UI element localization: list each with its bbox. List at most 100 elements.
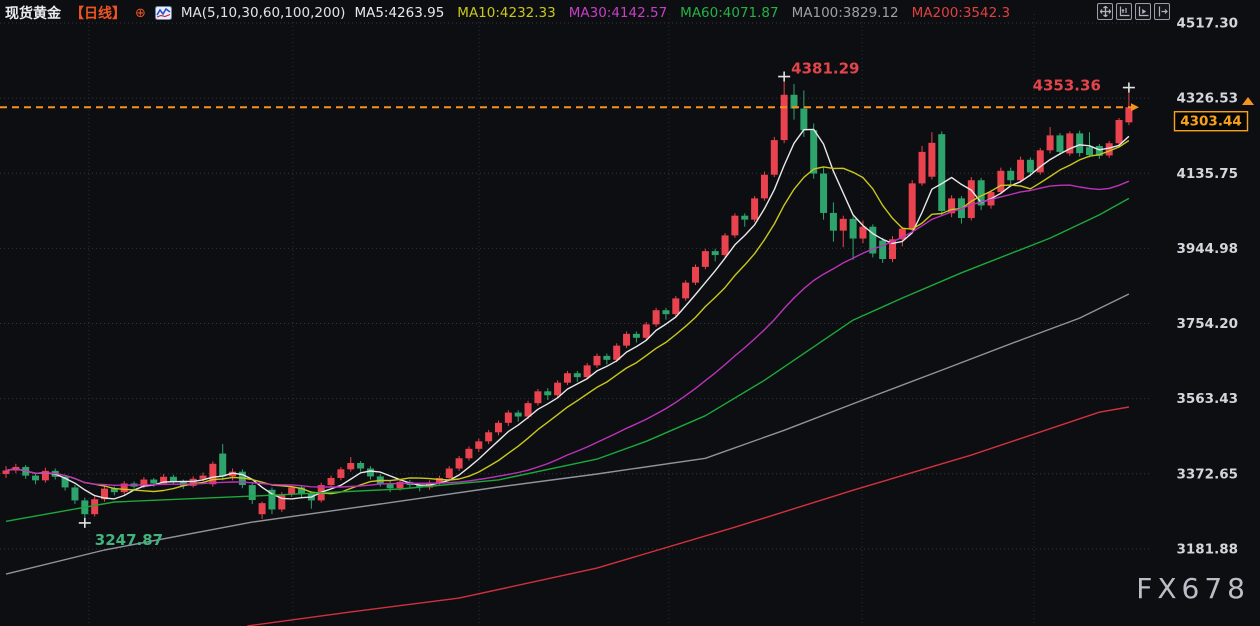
candle-body: [1056, 135, 1063, 152]
candle-body: [465, 449, 472, 458]
candle-body: [1047, 135, 1054, 150]
candle-body: [1017, 160, 1024, 180]
candle-body: [554, 383, 561, 396]
candle-body: [259, 503, 266, 514]
grid-layer: [0, 14, 1152, 626]
candle-body: [722, 235, 729, 255]
candle-body: [3, 470, 10, 474]
ma-line: [6, 198, 1129, 521]
last-price-line: [0, 97, 1254, 111]
candle-body: [653, 310, 660, 324]
candle-body: [485, 432, 492, 441]
axis-tick-label: 4135.75: [1177, 166, 1239, 182]
candle-body: [603, 356, 610, 360]
candle-body: [564, 373, 571, 382]
candle-body: [347, 463, 354, 469]
axis-tick-label: 3181.88: [1177, 541, 1239, 557]
ma-legend-item: MA200:3542.3: [912, 5, 1010, 21]
candle-body: [810, 130, 817, 173]
candle-body: [761, 175, 768, 199]
candle-body: [515, 413, 522, 417]
last-price-value: 4303.44: [1180, 114, 1242, 130]
axis-tick-label: 4517.30: [1177, 16, 1239, 32]
candle-body: [741, 216, 748, 220]
candle-body: [456, 458, 463, 468]
swing-cross-icon: [1123, 83, 1135, 93]
shift-axis-icon[interactable]: [1154, 3, 1170, 20]
ma-group-label: MA(5,10,30,60,100,200): [181, 5, 346, 21]
candle-body: [1007, 171, 1014, 180]
candle-body: [446, 469, 453, 478]
candle-body: [328, 478, 335, 485]
price-up-arrow-icon: [1242, 97, 1254, 105]
chart-toolbar: [1097, 3, 1170, 20]
indicator-expand-icon[interactable]: ⊕: [135, 6, 146, 21]
candle-body: [840, 219, 847, 231]
axis-tick-label: 3754.20: [1177, 316, 1239, 332]
candle-body: [337, 469, 344, 478]
candle-body: [150, 480, 157, 484]
ma-line: [6, 141, 1129, 494]
ma-line: [6, 294, 1129, 574]
ma-legend-item: MA60:4071.87: [680, 5, 778, 21]
candle-body: [771, 140, 778, 175]
candle-body: [91, 499, 98, 514]
price-axis[interactable]: 4517.30 4326.53 4135.75 3944.98 3754.20 3563.…: [1175, 16, 1248, 558]
candle-body: [800, 109, 807, 131]
candle-body: [997, 171, 1004, 192]
candle-body: [623, 334, 630, 346]
axis-tick-label: 3563.43: [1177, 391, 1239, 407]
candle-body: [544, 391, 551, 395]
candle-body: [475, 441, 482, 448]
swing-label: 3247.87: [95, 531, 163, 549]
fx678-watermark: FX678: [1136, 572, 1250, 605]
axis-tick-label: 3944.98: [1177, 241, 1239, 257]
candle-body: [879, 241, 886, 260]
symbol-title: 现货黄金: [5, 3, 61, 23]
candle-body: [584, 365, 591, 377]
pan-icon[interactable]: [1097, 3, 1113, 20]
ma-line: [6, 129, 1129, 499]
ma-legend-item: MA100:3829.12: [792, 5, 899, 21]
candle-body: [850, 219, 857, 239]
markers-layer: 3247.874381.294353.36: [79, 60, 1135, 549]
candle-body: [495, 423, 502, 432]
chart-header: 现货黄金 【日线】 ⊕ MA(5,10,30,60,100,200) MA5:4…: [5, 3, 1010, 23]
candle-body: [357, 463, 364, 469]
ma-legend-item: MA30:4142.57: [569, 5, 667, 21]
ma-line: [6, 181, 1129, 487]
candle-body: [919, 152, 926, 184]
candle-body: [731, 216, 738, 236]
candle-body: [594, 356, 601, 365]
candle-body: [820, 174, 827, 213]
candle-body: [909, 183, 916, 228]
candle-body: [505, 413, 512, 423]
candle-body: [830, 213, 837, 231]
candle-body: [859, 227, 866, 239]
scale-axis-icon[interactable]: [1116, 3, 1132, 20]
ma-legend: MA5:4263.95 MA10:4232.33 MA30:4142.57 MA60:…: [354, 5, 1010, 21]
candle-body: [633, 334, 640, 338]
swing-cross-icon: [778, 72, 790, 82]
axis-tick-label: 3372.65: [1177, 466, 1239, 482]
candle-body: [643, 324, 650, 337]
ma-indicator-icon: [155, 6, 172, 20]
play-axis-icon[interactable]: [1135, 3, 1151, 20]
candle-body: [367, 469, 374, 477]
candle-body: [751, 198, 758, 219]
price-arrow-icon: [1131, 103, 1139, 111]
candle-body: [32, 476, 39, 481]
timeframe-label[interactable]: 【日线】: [70, 3, 126, 23]
candle-body: [1116, 120, 1123, 143]
candle-body: [682, 283, 689, 299]
candle-body: [662, 310, 669, 314]
candle-body: [938, 134, 945, 211]
ma-legend-item: MA5:4263.95: [354, 5, 444, 21]
candle-body: [1027, 160, 1034, 173]
axis-tick-label: 4326.53: [1177, 91, 1239, 107]
candle-body: [200, 476, 207, 479]
candles-layer[interactable]: [3, 77, 1133, 523]
candle-body: [249, 485, 256, 500]
price-chart-canvas[interactable]: 3247.874381.294353.36 4517.30 4326.53 4135.…: [0, 0, 1260, 626]
ma-legend-item: MA10:4232.33: [457, 5, 555, 21]
